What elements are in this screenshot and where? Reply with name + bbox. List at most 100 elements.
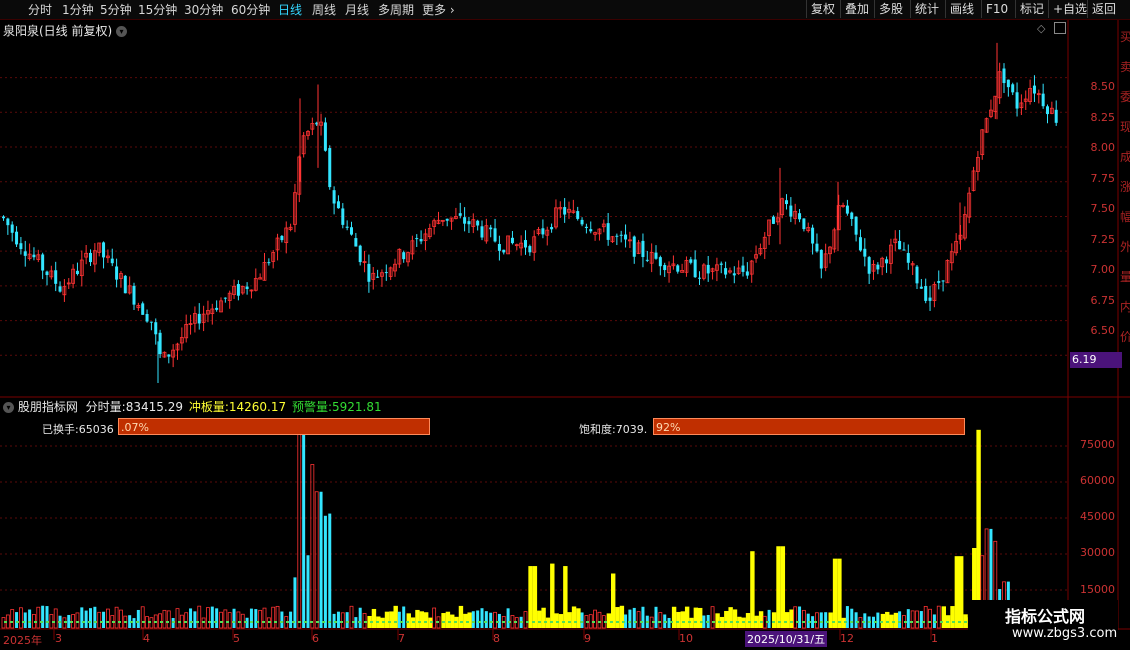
tab-fenshi[interactable]: 分时 [28,1,52,18]
tab-multi-period[interactable]: 多周期 [378,1,414,18]
price-tick: 7.25 [1090,233,1116,246]
strip-char: 内 [1120,300,1130,314]
tab-daily[interactable]: 日线 [278,1,302,18]
tab-1min[interactable]: 1分钟 [62,1,94,18]
mark-button[interactable]: 标记 [1015,0,1048,18]
warn-marker [94,621,97,623]
warn-marker [532,621,535,623]
candle-body [785,200,788,205]
volume-bar [106,608,110,629]
volume-bar [654,606,658,628]
candle-body [23,251,27,256]
volume-bar [410,617,416,628]
warn-marker [352,621,355,623]
candle-body [932,284,937,302]
warn-marker [394,621,397,623]
warn-marker [622,621,625,623]
period-toolbar: 分时 1分钟 5分钟 15分钟 30分钟 60分钟 日线 周线 月线 多周期 更… [0,0,1130,20]
fuquan-button[interactable]: 复权 [806,0,839,18]
volume-bar [724,610,729,628]
window-toggle-icon[interactable] [1054,22,1066,34]
candle-body [215,307,219,310]
warn-marker [928,621,931,623]
volume-bar [619,605,625,628]
tab-more[interactable]: 更多 › [422,1,455,18]
warn-marker [676,621,679,623]
candle-body [1015,92,1019,109]
candle-body [66,282,71,285]
candle-body [684,259,689,273]
warn-marker [412,621,415,623]
tab-monthly[interactable]: 月线 [345,1,369,18]
volume-bar [780,546,786,628]
volume-bar [715,613,720,628]
candle-body [719,263,723,265]
warn-marker [184,621,187,623]
warn-marker [400,621,403,623]
warn-marker [64,621,67,623]
candle-body [732,273,736,276]
volume-bar [923,606,928,629]
overlay-button[interactable]: 叠加 [840,0,873,18]
volume-bar [737,616,742,628]
candle-body [92,250,97,265]
chevron-down-icon[interactable]: ▾ [3,402,14,413]
indicator-name[interactable]: 股朋指标网 [18,400,78,414]
candle-body [236,284,240,296]
volume-bar [858,617,863,629]
warn-marker [262,621,265,623]
warn-marker [274,621,277,623]
volume-bar [932,614,936,628]
tab-weekly[interactable]: 周线 [312,1,336,18]
volume-bar [302,419,306,628]
candle-body [436,219,441,224]
warn-marker [784,621,787,623]
warn-marker [172,621,175,623]
volume-bar [950,606,955,628]
warn-marker [952,621,955,623]
add-favorite-button[interactable]: +自选 [1048,0,1091,18]
tab-5min[interactable]: 5分钟 [100,1,132,18]
chevron-down-icon[interactable]: ▾ [116,26,128,37]
warn-marker [4,621,7,623]
volume-bar [841,617,846,628]
candle-body [532,236,537,253]
volume-bar [10,609,15,629]
warn-marker [754,621,757,623]
volume-bar [771,612,777,628]
volume-bar [249,608,253,628]
candle-body [519,242,524,249]
candle-body [1006,79,1010,88]
volume-bar [558,614,564,628]
candle-body [2,216,5,219]
stock-title[interactable]: 泉阳泉(日线 前复权) ▾ [3,22,128,39]
volume-bar [384,611,390,628]
volume-bar [441,613,446,628]
candlestick-chart[interactable] [0,0,1130,650]
volume-bar [223,609,228,629]
tab-30min[interactable]: 30分钟 [184,1,223,18]
candle-body [836,205,841,231]
candle-body [632,236,636,257]
volume-bar [506,608,510,628]
volume-bar [606,613,612,628]
draw-line-button[interactable]: 画线 [945,0,978,18]
tab-15min[interactable]: 15分钟 [138,1,177,18]
volume-bar [845,606,849,628]
warn-marker [466,621,469,623]
volume-bar [571,606,577,628]
f10-button[interactable]: F10 [981,0,1012,18]
stats-button[interactable]: 统计 [910,0,943,18]
multi-stock-button[interactable]: 多股 [874,0,907,18]
volume-bar [514,617,519,629]
warn-marker [268,621,271,623]
warn-marker [328,621,331,623]
diamond-icon[interactable]: ◇ [1037,22,1045,35]
candle-body [328,148,332,188]
indicator-field-value: 14260.17 [228,400,287,414]
tab-60min[interactable]: 60分钟 [231,1,270,18]
warn-marker [478,621,481,623]
chevron-right-icon: › [446,3,455,17]
back-button[interactable]: 返回 [1087,0,1120,18]
volume-bar [158,613,163,629]
